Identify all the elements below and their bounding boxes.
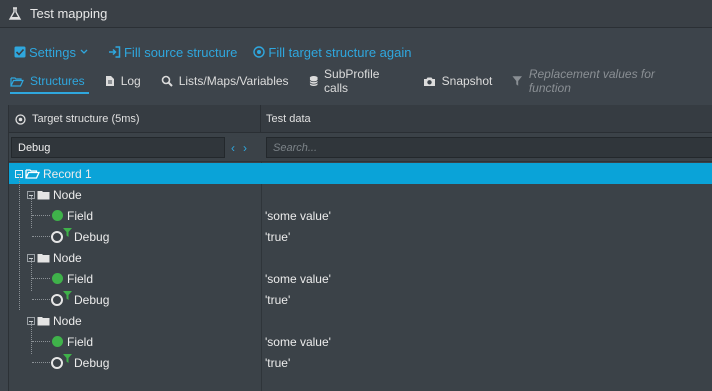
tree-guide-line (32, 278, 50, 279)
tab-replacement-label: Replacement values for function (528, 67, 655, 95)
chevron-left-icon[interactable]: ‹ (231, 141, 235, 155)
field-label: Field (67, 334, 94, 349)
test-data-label: Test data (266, 113, 311, 125)
debug-label: Debug (74, 355, 110, 370)
checkbox-icon (14, 46, 26, 58)
tab-snapshot[interactable]: Snapshot (423, 68, 493, 94)
field-value[interactable]: 'some value' (265, 331, 331, 352)
nav-arrows: ‹ › (231, 141, 247, 155)
fill-source-label: Fill source structure (123, 44, 238, 60)
debug-label: Debug (74, 292, 110, 307)
tree-node-row[interactable]: Node (27, 310, 82, 331)
sign-in-icon (108, 46, 121, 58)
settings-dropdown[interactable]: Settings (14, 45, 92, 60)
tab-lists-maps-variables[interactable]: Lists/Maps/Variables (161, 68, 289, 94)
search-icon (161, 75, 173, 87)
filter-icon (63, 228, 72, 237)
tree-guide-line (19, 175, 20, 310)
debug-circle-icon (51, 293, 63, 306)
field-value[interactable]: 'some value' (265, 268, 331, 289)
field-label: Field (67, 208, 94, 223)
node-label: Node (53, 250, 82, 265)
folder-icon (37, 316, 50, 325)
fill-target-button[interactable]: Fill target structure again (253, 45, 411, 60)
tab-structures-label: Structures (30, 74, 85, 88)
field-label: Field (67, 271, 94, 286)
folder-open-icon (25, 169, 40, 179)
filter-icon (63, 291, 72, 300)
field-dot-icon (52, 210, 63, 221)
tab-log[interactable]: Log (105, 68, 141, 94)
tab-log-label: Log (120, 74, 141, 88)
tree-guide-line (31, 322, 32, 354)
tree-field-row[interactable]: Field (52, 268, 93, 289)
tree-field-row[interactable]: Field (52, 205, 93, 226)
chevron-down-icon (80, 49, 88, 54)
structure-filter-input[interactable] (11, 137, 225, 158)
tree-guide-line (32, 236, 50, 237)
tab-snapshot-label: Snapshot (441, 74, 493, 88)
toolbar: Settings Fill source structure Fill targ… (0, 42, 427, 62)
tree-guide-line (31, 259, 32, 291)
column-divider (261, 162, 262, 391)
tree-debug-row[interactable]: Debug (51, 226, 109, 247)
tree-debug-row[interactable]: Debug (51, 352, 109, 373)
tree-guide-line (32, 362, 50, 363)
tree-debug-row[interactable]: Debug (51, 289, 109, 310)
database-icon (309, 75, 318, 87)
folder-open-icon (10, 76, 24, 87)
folder-icon (37, 253, 50, 262)
filter-icon (63, 354, 72, 363)
tab-subprofile-calls[interactable]: SubProfile calls (309, 67, 403, 95)
tab-bar: Structures Log Lists/Maps/Variables SubP… (0, 67, 712, 95)
tab-lists-label: Lists/Maps/Variables (178, 74, 289, 88)
selected-row[interactable] (9, 163, 712, 184)
tree-guide-line (32, 299, 50, 300)
debug-label: Debug (74, 229, 110, 244)
debug-circle-icon (51, 356, 63, 369)
folder-icon (37, 190, 50, 199)
tab-structures[interactable]: Structures (10, 68, 89, 94)
field-dot-icon (52, 273, 63, 284)
test-data-header[interactable]: Test data (262, 105, 311, 133)
fill-source-button[interactable]: Fill source structure (108, 45, 237, 60)
tree-root-row[interactable]: Record 1 (15, 163, 92, 184)
title-bar: Test mapping (0, 0, 712, 28)
structure-panel: Target structure (5ms) Test data ‹ › Rec… (8, 105, 712, 391)
field-value[interactable]: 'some value' (265, 205, 331, 226)
node-label: Node (53, 313, 82, 328)
settings-label: Settings (29, 44, 76, 60)
file-icon (105, 76, 114, 86)
tree-node-row[interactable]: Node (27, 247, 82, 268)
tree-root-label: Record 1 (43, 166, 92, 181)
target-structure-header[interactable]: Target structure (5ms) (9, 105, 261, 133)
window-title: Test mapping (30, 6, 108, 21)
fill-target-label: Fill target structure again (268, 44, 412, 60)
tree-field-row[interactable]: Field (52, 331, 93, 352)
target-structure-label: Target structure (5ms) (32, 113, 140, 125)
filter-icon (512, 76, 523, 86)
target-icon (15, 113, 26, 125)
debug-value[interactable]: 'true' (265, 352, 290, 373)
field-dot-icon (52, 336, 63, 347)
tree-guide-line (31, 196, 32, 228)
chevron-right-icon[interactable]: › (243, 141, 247, 155)
node-label: Node (53, 187, 82, 202)
debug-circle-icon (51, 230, 63, 243)
column-header: Target structure (5ms) Test data (9, 105, 712, 133)
target-icon (253, 46, 266, 58)
debug-value[interactable]: 'true' (265, 289, 290, 310)
tab-replacement-values[interactable]: Replacement values for function (512, 67, 692, 95)
test-data-search-input[interactable] (266, 137, 712, 158)
debug-value[interactable]: 'true' (265, 226, 290, 247)
tree-guide-line (32, 341, 50, 342)
flask-icon (8, 6, 22, 21)
tree-guide-line (32, 215, 50, 216)
tab-subprofile-label: SubProfile calls (324, 67, 380, 95)
camera-icon (423, 77, 435, 86)
tree-node-row[interactable]: Node (27, 184, 82, 205)
